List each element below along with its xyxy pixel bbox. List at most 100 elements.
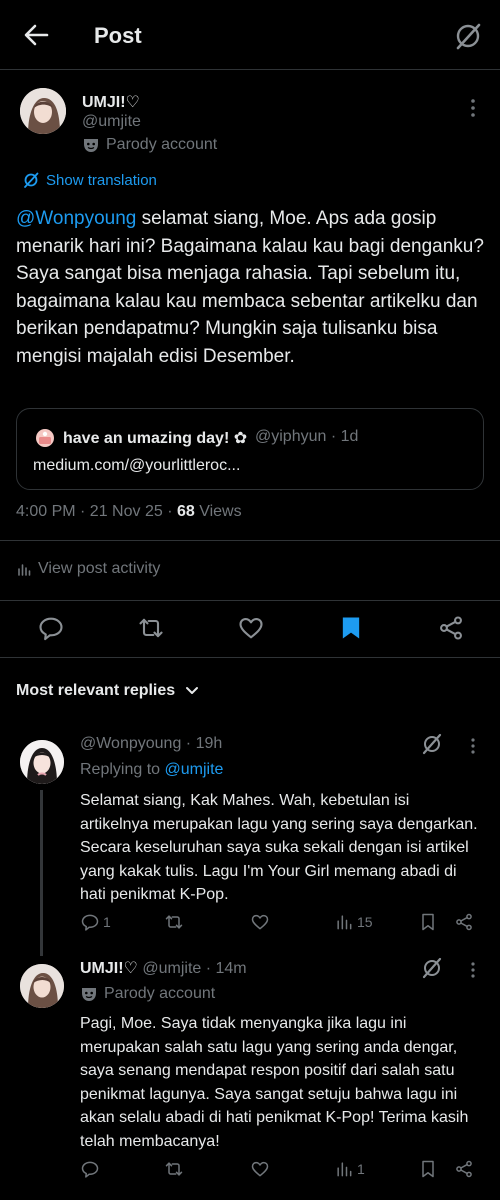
view-post-activity[interactable]: View post activity [16, 560, 160, 578]
reply-sort-dropdown[interactable]: Most relevant replies [16, 682, 199, 700]
reply-text: Pagi, Moe. Saya tidak menyangka jika lag… [80, 1015, 469, 1150]
more-icon [471, 962, 475, 978]
divider [0, 600, 500, 601]
card-age: 1d [340, 428, 359, 445]
divider [0, 657, 500, 658]
card-meta: @yiphyun · 1d [255, 428, 359, 445]
reply-share-button[interactable] [454, 1159, 474, 1179]
reply-like-button[interactable] [250, 1159, 273, 1179]
tweet-time: 4:00 PM · 21 Nov 25 · [16, 503, 177, 520]
more-button[interactable] [466, 960, 480, 980]
parody-mask-icon [84, 139, 98, 152]
reply-author-handle[interactable]: @umjite [142, 960, 201, 977]
reply-bookmark-button[interactable] [418, 912, 438, 932]
grok-button[interactable] [420, 732, 444, 756]
author-avatar[interactable] [20, 88, 66, 134]
grok-icon [456, 23, 481, 50]
reply-bookmark-button[interactable] [418, 1159, 438, 1179]
retweet-icon [139, 618, 163, 638]
like-icon [239, 617, 263, 639]
author-handle[interactable]: @umjite [82, 113, 141, 131]
reply-sort-label: Most relevant replies [16, 682, 176, 699]
grok-icon [422, 733, 442, 755]
reply-views-button[interactable]: 1 [334, 1159, 365, 1179]
chevron-down-icon [186, 687, 199, 694]
mention-link[interactable]: @Wonpyoung [16, 208, 136, 229]
reply-like-button[interactable] [250, 912, 273, 932]
parody-mask-icon [82, 988, 96, 1001]
reply-icon [39, 617, 63, 641]
reply-icon [81, 1161, 99, 1178]
bookmark-icon [422, 1160, 434, 1178]
replying-to-handle[interactable]: @umjite [165, 761, 224, 778]
show-translation-link[interactable]: Show translation [22, 171, 157, 189]
parody-label-text: Parody account [104, 985, 216, 1002]
reply-reply-button[interactable]: 1 [80, 912, 111, 932]
chart-icon [337, 1162, 352, 1177]
reply-header: UMJI!♡ @umjite · 14m [80, 960, 247, 977]
retweet-icon [165, 915, 183, 929]
reply-count: 1 [103, 914, 111, 930]
reply-author-handle[interactable]: @Wonpyoung [80, 735, 181, 752]
page-title: Post [94, 23, 142, 48]
share-icon [456, 1160, 472, 1178]
share-icon [440, 616, 462, 640]
reply-button[interactable] [37, 614, 65, 642]
card-handle: @yiphyun [255, 428, 327, 445]
reply-header: @Wonpyoung · 19h [80, 735, 223, 752]
chart-icon [337, 915, 352, 930]
reply-age: 19h [195, 735, 223, 752]
views-count: 68 [176, 503, 195, 520]
back-arrow-icon [24, 24, 49, 46]
more-icon [471, 99, 475, 117]
parody-label-text: Parody account [106, 136, 218, 153]
chart-icon [18, 564, 31, 576]
card-avatar [35, 428, 55, 448]
views-count: 1 [357, 1161, 365, 1177]
reply-icon [81, 914, 99, 931]
show-translation-text: Show translation [46, 171, 157, 189]
reply-author-name[interactable]: UMJI!♡ [80, 960, 138, 977]
retweet-icon [165, 1162, 183, 1176]
reply-share-button[interactable] [454, 912, 474, 932]
reply-reply-button[interactable] [80, 1159, 103, 1179]
parody-label: Parody account [80, 985, 215, 1003]
bookmark-icon [342, 617, 360, 639]
reply-retweet-button[interactable] [164, 1159, 187, 1179]
reply-avatar[interactable] [20, 740, 64, 784]
card-author-name: have an umazing day! ✿ [63, 430, 248, 447]
link-card[interactable]: have an umazing day! ✿ @yiphyun · 1d med… [16, 408, 484, 490]
retweet-button[interactable] [137, 614, 165, 642]
reply-retweet-button[interactable] [164, 912, 187, 932]
like-icon [251, 914, 269, 930]
tweet-meta: 4:00 PM · 21 Nov 25 · 68 Views [16, 503, 242, 521]
translate-globe-icon [24, 172, 39, 188]
reply-avatar[interactable] [20, 964, 64, 1008]
views-count: 15 [357, 914, 373, 930]
bookmark-icon [422, 913, 434, 931]
replying-to: Replying to @umjite [80, 761, 223, 779]
replying-to-label: Replying to [80, 761, 165, 778]
thread-line [40, 790, 43, 956]
grok-button[interactable] [420, 956, 444, 980]
bookmark-button[interactable] [337, 614, 365, 642]
reply-age: 14m [215, 960, 247, 977]
parody-label: Parody account [82, 136, 217, 154]
divider [0, 540, 500, 541]
tweet-text: @Wonpyoung selamat siang, Moe. Aps ada g… [16, 205, 486, 370]
view-post-activity-text: View post activity [38, 560, 161, 577]
top-bar: Post [0, 0, 500, 70]
more-button[interactable] [466, 96, 480, 120]
back-button[interactable] [22, 20, 52, 50]
author-name[interactable]: UMJI!♡ [82, 92, 140, 112]
more-button[interactable] [466, 736, 480, 756]
card-url[interactable]: medium.com/@yourlittleroc... [33, 457, 240, 475]
share-button[interactable] [437, 614, 465, 642]
tweet-body: selamat siang, Moe. Aps ada gosip menari… [16, 208, 484, 367]
views-label: Views [194, 503, 242, 520]
reply-views-button[interactable]: 15 [334, 912, 373, 932]
share-icon [456, 913, 472, 931]
like-icon [251, 1161, 269, 1177]
like-button[interactable] [237, 614, 265, 642]
grok-button[interactable] [452, 20, 484, 52]
